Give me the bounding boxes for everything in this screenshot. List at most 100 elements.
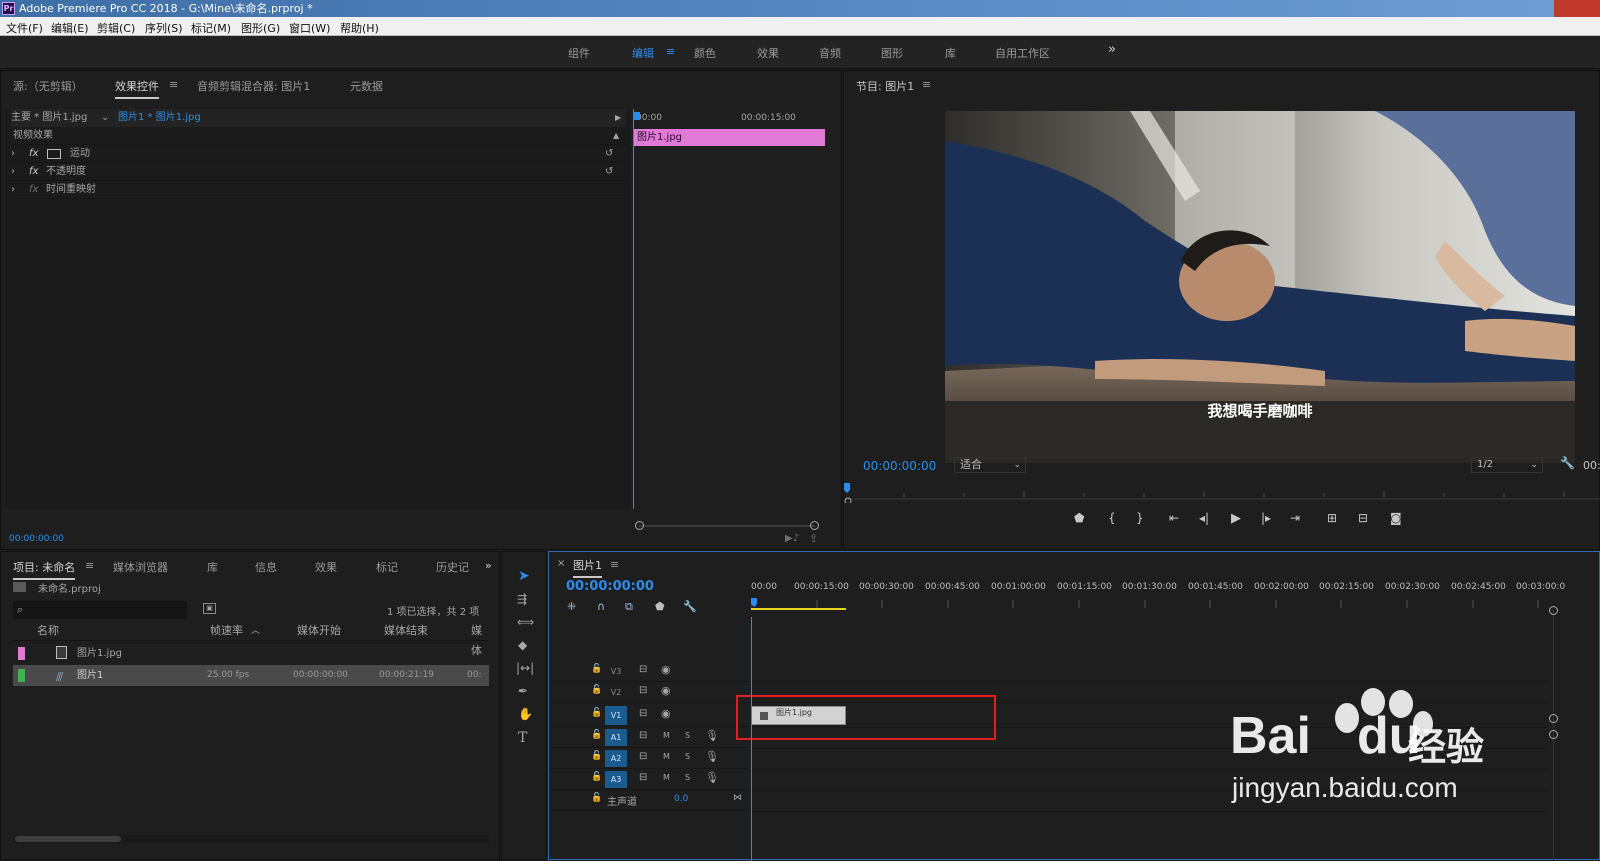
timeline-playhead[interactable] [751, 617, 752, 861]
track-target[interactable]: V1 [605, 706, 627, 725]
fit-select[interactable]: 适合 ⌄ [954, 457, 1026, 473]
workspace-assembly[interactable]: 组件 [568, 45, 590, 61]
menu-help[interactable]: 帮助(H) [340, 20, 379, 36]
track-select-tool-icon[interactable]: ⇶ [517, 592, 527, 606]
film-icon[interactable]: ⊟ [639, 664, 647, 675]
lock-icon[interactable]: 🔓 [591, 730, 602, 740]
film-icon[interactable]: ⊟ [639, 772, 647, 783]
solo-button[interactable]: S [685, 731, 690, 740]
tab-metadata[interactable]: 元数据 [350, 78, 383, 94]
zoom-handle[interactable] [1549, 730, 1558, 739]
chevron-down-icon[interactable]: ⌄ [101, 109, 109, 127]
program-monitor-title[interactable]: 节目: 图片1 [856, 78, 914, 94]
label-color-swatch[interactable] [18, 647, 25, 660]
list-item-selected[interactable]: ⫻ 图片1 25.00 fps 00:00:00:00 00:00:21:19 … [13, 665, 489, 686]
reset-icon[interactable]: ↺ [605, 145, 613, 163]
effect-row-time-remapping[interactable]: › fx 时间重映射 [9, 181, 626, 199]
close-icon[interactable]: × [557, 558, 565, 569]
menu-clip[interactable]: 剪辑(C) [97, 20, 135, 36]
resolution-select[interactable]: 1/2 ⌄ [1471, 457, 1543, 473]
snap-magnet-icon[interactable]: ∩ [597, 600, 605, 613]
razor-tool-icon[interactable]: ◆ [518, 638, 527, 652]
film-icon[interactable]: ⊟ [639, 708, 647, 719]
film-icon[interactable]: ⊟ [639, 730, 647, 741]
menu-marker[interactable]: 标记(M) [191, 20, 231, 36]
workspace-audio[interactable]: 音频 [819, 45, 841, 61]
tab-info[interactable]: 信息 [255, 559, 277, 575]
zoom-handle[interactable] [1549, 714, 1558, 723]
collapse-icon[interactable]: ▲ [613, 127, 619, 145]
workspace-graphics[interactable]: 图形 [881, 45, 903, 61]
ripple-edit-tool-icon[interactable]: ⟺ [517, 615, 534, 629]
list-item[interactable]: 图片1.jpg [13, 643, 489, 664]
playhead-handle[interactable] [633, 112, 640, 120]
film-icon[interactable]: ⊟ [639, 751, 647, 762]
panel-menu-icon[interactable]: ≡ [610, 558, 619, 571]
workspace-editing[interactable]: 编辑 [632, 45, 654, 61]
lock-icon[interactable]: 🔓 [591, 751, 602, 761]
tab-source[interactable]: 源:（无剪辑） [13, 78, 83, 94]
effect-row-motion[interactable]: › fx 运动 ↺ [9, 145, 626, 163]
camera-icon[interactable]: ◙ [1390, 511, 1402, 525]
lock-icon[interactable]: 🔓 [591, 772, 602, 782]
program-timecode[interactable]: 00:00:00:00 [863, 459, 936, 473]
track-target[interactable]: A2 [605, 750, 627, 767]
tab-effect-controls[interactable]: 效果控件 [115, 78, 159, 99]
column-media-start[interactable]: 媒体开始 [297, 621, 341, 641]
linked-selection-icon[interactable]: ⧉ [625, 600, 633, 614]
track-target[interactable]: A3 [605, 771, 627, 788]
column-media-end[interactable]: 媒体结束 [384, 621, 428, 641]
zoom-scrollbar[interactable] [635, 521, 819, 531]
column-frame-rate[interactable]: 帧速率 [210, 621, 243, 641]
film-icon[interactable]: ⊟ [639, 685, 647, 696]
tab-markers[interactable]: 标记 [376, 559, 398, 575]
go-to-edit-icon[interactable]: ⋈ [733, 793, 742, 803]
tab-project[interactable]: 项目: 未命名 [13, 559, 76, 580]
playhead[interactable] [633, 109, 634, 509]
solo-button[interactable]: S [685, 773, 690, 782]
wrench-icon[interactable]: 🔧 [683, 600, 697, 613]
track-target[interactable]: V2 [605, 684, 627, 701]
step-forward-icon[interactable]: |▸ [1261, 511, 1271, 525]
hand-tool-icon[interactable]: ✋ [518, 707, 533, 721]
workspace-menu-icon[interactable]: ≡ [666, 45, 675, 58]
mute-button[interactable]: M [663, 752, 670, 761]
menu-graphics[interactable]: 图形(G) [241, 20, 280, 36]
menu-window[interactable]: 窗口(W) [289, 20, 330, 36]
extract-icon[interactable]: ⊟ [1358, 511, 1368, 525]
play-audio-icon[interactable]: ▶♪ [785, 533, 799, 544]
menu-sequence[interactable]: 序列(S) [145, 20, 183, 36]
tab-audio-clip-mixer[interactable]: 音频剪辑混合器: 图片1 [197, 78, 310, 94]
workspace-effects[interactable]: 效果 [757, 45, 779, 61]
clip-bar[interactable]: 图片1.jpg [633, 129, 825, 146]
go-to-out-icon[interactable]: ⇥ [1290, 511, 1300, 525]
microphone-icon[interactable]: 🎙 [705, 750, 719, 763]
video-frame[interactable]: 我想喝手磨咖啡 [945, 111, 1575, 463]
expand-icon[interactable]: › [11, 163, 15, 181]
mark-out-icon[interactable]: } [1136, 511, 1144, 525]
add-marker-icon[interactable]: ⬟ [655, 600, 665, 613]
export-icon[interactable]: ⇪ [809, 532, 818, 545]
panel-overflow-button[interactable]: » [485, 559, 492, 572]
eye-icon[interactable]: ◉ [661, 684, 671, 697]
master-volume-value[interactable]: 0.0 [674, 794, 688, 804]
menu-file[interactable]: 文件(F) [6, 20, 43, 36]
type-tool-icon[interactable]: T [518, 730, 527, 746]
tab-history[interactable]: 历史记 [436, 559, 469, 575]
project-search-input[interactable]: ⌕ [13, 601, 187, 619]
panel-menu-icon[interactable]: ≡ [169, 78, 178, 91]
tab-libraries[interactable]: 库 [207, 559, 218, 575]
track-area[interactable]: 图片1.jpg [736, 617, 1547, 861]
microphone-icon[interactable]: 🎙 [705, 729, 719, 742]
track-target[interactable]: A1 [605, 729, 627, 746]
microphone-icon[interactable]: 🎙 [705, 771, 719, 784]
lock-icon[interactable]: 🔓 [591, 708, 602, 718]
tab-media-browser[interactable]: 媒体浏览器 [113, 559, 168, 575]
play-icon[interactable]: ▶ [1231, 511, 1241, 526]
go-to-in-icon[interactable]: ⇤ [1169, 511, 1179, 525]
mark-in-icon[interactable]: { [1108, 511, 1116, 525]
fx-icon[interactable]: fx [29, 145, 38, 163]
tab-effects[interactable]: 效果 [315, 559, 337, 575]
eye-icon[interactable]: ◉ [661, 663, 671, 676]
nest-icon[interactable]: ⁜ [567, 600, 576, 613]
